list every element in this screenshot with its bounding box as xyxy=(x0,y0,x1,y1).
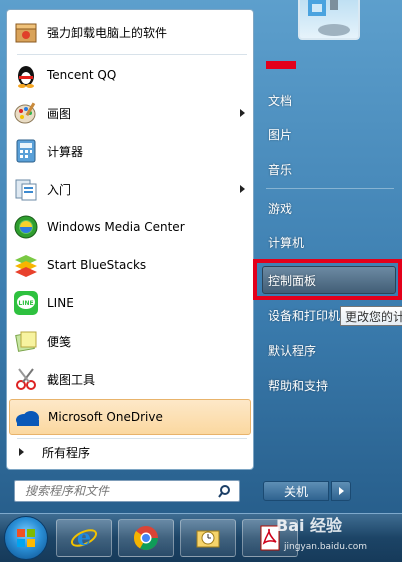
program-label: 计算器 xyxy=(47,144,84,159)
line-icon: LINE xyxy=(11,288,41,318)
program-item-getting-started[interactable]: 入门 xyxy=(9,171,251,207)
program-item-calculator[interactable]: 计算器 xyxy=(9,133,251,169)
program-label: LINE xyxy=(47,296,74,310)
tooltip: 更改您的计 xyxy=(340,306,402,326)
right-item-help-support[interactable]: 帮助和支持 xyxy=(262,373,397,397)
chevron-right-icon xyxy=(338,487,344,495)
right-item-label: 音乐 xyxy=(268,162,293,177)
right-item-label: 文档 xyxy=(268,93,293,108)
start-button[interactable] xyxy=(4,516,48,560)
program-item-snipping-tool[interactable]: 截图工具 xyxy=(9,361,251,397)
program-item-media-center[interactable]: Windows Media Center xyxy=(9,209,251,245)
start-menu: 强力卸载电脑上的软件 Tencent QQ 画图 计算器 入门 Windows … xyxy=(0,0,402,513)
programs-list-panel: 强力卸载电脑上的软件 Tencent QQ 画图 计算器 入门 Windows … xyxy=(6,9,254,470)
program-item-paint[interactable]: 画图 xyxy=(9,95,251,131)
svg-text:LINE: LINE xyxy=(18,300,33,307)
right-item-documents[interactable]: 文档 xyxy=(262,88,397,112)
baidu-watermark: Bai 经验 jingyan.baidu.com xyxy=(276,512,396,556)
redacted-username xyxy=(266,61,296,69)
all-programs-button[interactable]: 所有程序 xyxy=(9,440,251,464)
program-label: Microsoft OneDrive xyxy=(48,410,163,424)
all-programs-label: 所有程序 xyxy=(42,445,91,460)
program-item-bluestacks[interactable]: Start BlueStacks xyxy=(9,247,251,283)
right-item-label: 默认程序 xyxy=(268,343,317,358)
right-item-label: 设备和打印机 xyxy=(268,308,341,323)
user-picture-icon xyxy=(308,0,350,36)
getting-started-icon xyxy=(11,174,41,204)
media-center-icon xyxy=(11,212,41,242)
annotation-highlight-box xyxy=(253,259,402,300)
shutdown-options-button[interactable] xyxy=(331,481,351,501)
divider xyxy=(17,54,247,55)
user-account-picture[interactable] xyxy=(298,0,360,40)
watermark-brand: Bai 经验 xyxy=(276,516,343,535)
right-item-music[interactable]: 音乐 xyxy=(262,157,397,181)
windows-logo-icon xyxy=(17,529,35,547)
right-arrow-icon xyxy=(19,448,24,456)
program-label: 强力卸载电脑上的软件 xyxy=(47,25,168,40)
program-item-tencent-qq[interactable]: Tencent QQ xyxy=(9,57,251,93)
right-item-pictures[interactable]: 图片 xyxy=(262,122,397,146)
search-input[interactable] xyxy=(23,483,217,499)
right-item-label: 图片 xyxy=(268,127,293,142)
divider xyxy=(266,188,394,189)
right-item-label: 计算机 xyxy=(268,235,305,250)
taskbar-outlook-button[interactable] xyxy=(180,519,236,557)
qq-penguin-icon xyxy=(11,60,41,90)
program-item-line[interactable]: LINE LINE xyxy=(9,285,251,321)
program-item-sticky-notes[interactable]: 便笺 xyxy=(9,323,251,359)
outlook-icon xyxy=(196,530,220,548)
shutdown-button[interactable]: 关机 xyxy=(263,481,329,501)
calculator-icon xyxy=(11,136,41,166)
program-item-onedrive[interactable]: Microsoft OneDrive xyxy=(9,399,251,435)
uninstall-box-icon xyxy=(11,17,41,47)
right-item-label: 帮助和支持 xyxy=(268,378,329,393)
right-item-label: 游戏 xyxy=(268,201,293,216)
right-item-computer[interactable]: 计算机 xyxy=(262,230,397,254)
bluestacks-icon xyxy=(11,250,41,280)
snipping-tool-icon xyxy=(11,364,41,394)
paint-palette-icon xyxy=(11,98,41,128)
submenu-arrow-icon xyxy=(240,185,245,193)
sticky-notes-icon xyxy=(11,326,41,356)
program-item-uninstaller[interactable]: 强力卸载电脑上的软件 xyxy=(9,14,251,50)
right-item-default-programs[interactable]: 默认程序 xyxy=(262,338,397,362)
shutdown-label: 关机 xyxy=(283,484,308,499)
svg-text:e: e xyxy=(77,525,91,551)
program-label: 入门 xyxy=(47,182,72,197)
onedrive-cloud-icon xyxy=(12,402,42,432)
right-item-games[interactable]: 游戏 xyxy=(262,196,397,220)
program-label: Windows Media Center xyxy=(47,220,185,234)
program-label: Tencent QQ xyxy=(47,68,117,82)
program-label: 便笺 xyxy=(47,334,72,349)
watermark-url: jingyan.baidu.com xyxy=(284,542,368,552)
tooltip-text: 更改您的计 xyxy=(345,309,402,324)
taskbar-ie-button[interactable]: e xyxy=(56,519,112,557)
internet-explorer-icon: e xyxy=(70,525,98,551)
search-box[interactable] xyxy=(14,480,240,502)
taskbar-chrome-button[interactable] xyxy=(118,519,174,557)
search-icon[interactable] xyxy=(218,485,231,501)
program-label: 截图工具 xyxy=(47,372,96,387)
divider xyxy=(17,438,247,439)
program-label: Start BlueStacks xyxy=(47,258,147,272)
program-label: 画图 xyxy=(47,106,72,121)
submenu-arrow-icon xyxy=(240,109,245,117)
chrome-icon xyxy=(133,526,158,551)
